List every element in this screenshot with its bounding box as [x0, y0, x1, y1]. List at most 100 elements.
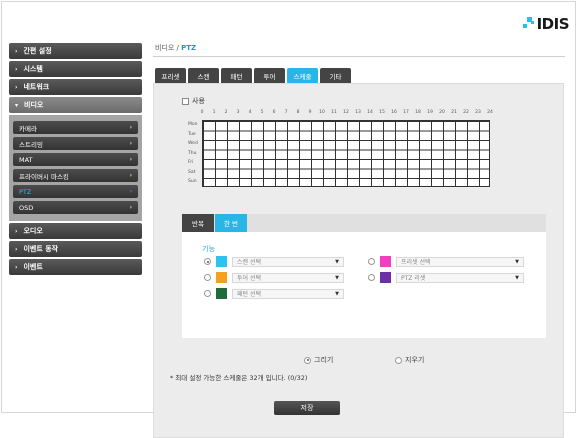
sidebar-item-event-action[interactable]: › 이벤트 동작: [9, 241, 142, 257]
sidebar-item-label: 비디오: [24, 101, 44, 109]
function-option-ptz-reset: PTZ 리셋 ▼: [368, 272, 524, 283]
hour-label: 1: [212, 110, 216, 115]
hour-label: 23: [475, 110, 481, 115]
tab-once[interactable]: 한 번: [215, 214, 247, 232]
submenu-item-streaming[interactable]: 스트리밍 ›: [13, 137, 138, 150]
function-option-scan: 스캔 선택 ▼: [204, 256, 344, 267]
submenu-item-label: 프라이버시 마스킹: [19, 172, 69, 181]
tab-preset[interactable]: 프리셋: [155, 68, 186, 83]
dropdown-arrow-icon: ▼: [335, 274, 339, 281]
function-label: 기능: [202, 245, 215, 253]
day-label: Wed: [188, 141, 198, 146]
use-label: 사용: [192, 97, 205, 105]
tab-tour[interactable]: 투어: [254, 68, 285, 83]
submenu-item-osd[interactable]: OSD ›: [13, 201, 138, 214]
submenu-item-mat[interactable]: MAT ›: [13, 153, 138, 166]
logo-mark-icon: [521, 17, 535, 31]
draw-label: 그리기: [314, 356, 334, 364]
ptz-tabs: 프리셋 스캔 패턴 투어 스케줄 기타: [155, 68, 565, 83]
tab-repeat[interactable]: 반복: [182, 214, 214, 232]
breadcrumb: 비디오 / PTZ: [153, 43, 565, 57]
pattern-select[interactable]: 패턴 선택 ▼: [232, 288, 344, 299]
radio-tour[interactable]: [204, 274, 211, 281]
tour-select[interactable]: 투어 선택 ▼: [232, 272, 344, 283]
radio-erase[interactable]: [395, 356, 402, 364]
tab-schedule[interactable]: 스케줄: [287, 68, 318, 83]
color-swatch-pattern: [216, 288, 227, 299]
dropdown-arrow-icon: ▼: [335, 290, 339, 297]
chevron-right-icon: ›: [15, 245, 18, 253]
hour-label: 10: [319, 110, 325, 115]
submenu-item-label: MAT: [19, 155, 33, 164]
sidebar-item-quick-setup[interactable]: › 간편 설정: [9, 43, 142, 59]
schedule-grid[interactable]: [202, 120, 490, 187]
radio-preset[interactable]: [368, 258, 375, 265]
hour-labels: 0 1 2 3 4 5 6 7 8 9 10 11 12 13 14 15 16 17 18 19 20 21 22 23 24: [200, 110, 493, 118]
scan-select[interactable]: 스캔 선택 ▼: [232, 256, 344, 267]
sidebar-item-video[interactable]: ▾ 비디오: [9, 97, 142, 113]
sidebar-item-audio[interactable]: › 오디오: [9, 223, 142, 239]
chevron-right-icon: ›: [129, 188, 132, 195]
schedule-content: 사용 0 1 2 3 4 5 6 7 8 9 10 11 12 13 14 15 16 17 18 19 20 21 22 2…: [153, 83, 564, 438]
radio-ptz-reset[interactable]: [368, 274, 375, 281]
save-button[interactable]: 저장: [274, 401, 340, 415]
tab-pattern[interactable]: 패턴: [221, 68, 252, 83]
breadcrumb-parent: 비디오 /: [155, 44, 182, 52]
function-option-preset: 프리셋 선택 ▼: [368, 256, 524, 267]
sidebar-item-label: 이벤트 동작: [23, 245, 59, 253]
chevron-right-icon: ›: [15, 263, 18, 271]
chevron-right-icon: ›: [129, 172, 132, 179]
submenu-item-privacy-masking[interactable]: 프라이버시 마스킹 ›: [13, 169, 138, 182]
submenu-item-label: PTZ: [19, 187, 32, 196]
tab-scan[interactable]: 스캔: [188, 68, 219, 83]
breadcrumb-current: PTZ: [181, 44, 197, 52]
hour-label: 4: [248, 110, 252, 115]
chevron-right-icon: ›: [15, 65, 18, 73]
day-label: Tue: [188, 131, 196, 137]
hour-label: 6: [272, 110, 276, 115]
main-area: 비디오 / PTZ 프리셋 스캔 패턴 투어 스케줄 기타 사용 0123456…: [153, 43, 565, 438]
dropdown-arrow-icon: ▼: [335, 258, 339, 265]
hour-label: 18: [415, 110, 421, 115]
hour-label: 3: [236, 110, 240, 115]
sidebar-item-network[interactable]: › 네트워크: [9, 79, 142, 95]
logo-text: IDIS: [536, 15, 570, 33]
hour-label: 0: [200, 110, 204, 115]
color-swatch-tour: [216, 272, 227, 283]
schedule-note: * 최대 설정 가능한 스케줄은 32개 입니다. (0/32): [170, 374, 308, 382]
chevron-right-icon: ›: [129, 140, 132, 147]
hour-label: 12: [343, 110, 349, 115]
color-swatch-ptz-reset: [380, 272, 391, 283]
chevron-right-icon: ›: [129, 156, 132, 163]
select-text: 패턴 선택: [237, 291, 261, 298]
sidebar-item-label: 오디오: [23, 227, 43, 235]
chevron-right-icon: ›: [15, 47, 18, 55]
radio-scan[interactable]: [204, 258, 211, 265]
day-label: Fri: [188, 160, 194, 165]
chevron-right-icon: ›: [15, 227, 18, 235]
submenu-item-ptz[interactable]: PTZ ›: [13, 185, 138, 198]
hour-label: 7: [284, 110, 288, 115]
day-label: Mon: [188, 122, 198, 127]
use-checkbox[interactable]: [182, 97, 189, 105]
submenu-item-label: 스트리밍: [19, 140, 43, 149]
ptz-reset-select[interactable]: PTZ 리셋 ▼: [396, 272, 524, 283]
hour-label: 5: [260, 110, 264, 115]
tab-etc[interactable]: 기타: [320, 68, 351, 83]
radio-pattern[interactable]: [204, 290, 211, 297]
dropdown-arrow-icon: ▼: [515, 274, 519, 281]
preset-select[interactable]: 프리셋 선택 ▼: [396, 256, 524, 267]
hour-label: 20: [439, 110, 445, 115]
sidebar-item-label: 네트워크: [23, 83, 50, 91]
submenu-item-camera[interactable]: 카메라 ›: [13, 121, 138, 134]
function-option-tour: 투어 선택 ▼: [204, 272, 344, 283]
hour-label: 9: [308, 110, 312, 115]
sidebar-item-event[interactable]: › 이벤트: [9, 259, 142, 275]
sidebar-item-label: 간편 설정: [23, 47, 52, 55]
radio-draw[interactable]: [304, 356, 311, 364]
hour-label: 14: [367, 110, 373, 115]
hour-label: 15: [379, 110, 385, 115]
sidebar-item-system[interactable]: › 시스템: [9, 61, 142, 77]
chevron-right-icon: ›: [15, 83, 18, 91]
hour-label: 19: [427, 110, 433, 115]
